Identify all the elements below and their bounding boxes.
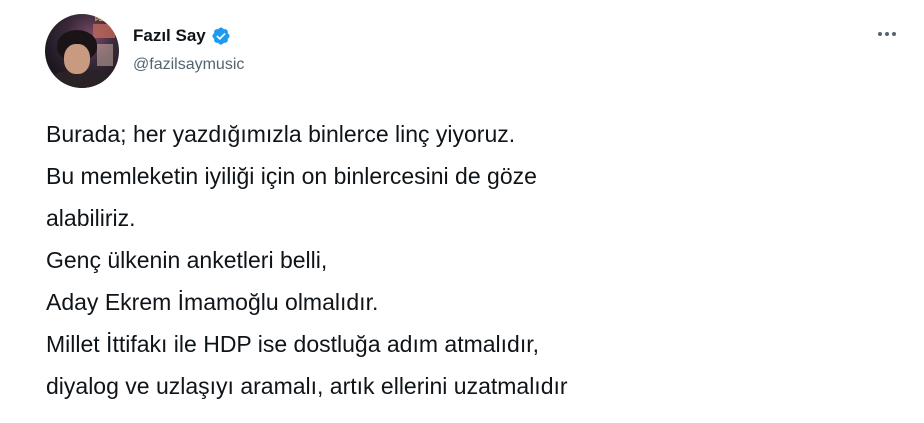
tweet-text-line: diyalog ve uzlaşıyı aramalı, artık eller…: [46, 373, 568, 399]
avatar-caption: PLAYER: [95, 17, 119, 23]
avatar-stage-light: [93, 24, 115, 38]
more-options-icon[interactable]: [874, 26, 900, 42]
avatar-face: [64, 44, 90, 74]
tweet-card: PLAYER Fazıl Say @fazilsaymusic Burada; …: [0, 0, 924, 423]
tweet-text-line: Burada; her yazdığımızla binlerce linç y…: [46, 121, 516, 147]
tweet-text-line: alabiliriz.: [46, 205, 136, 231]
tweet-text-line: Millet İttifakı ile HDP ise dostluğa adı…: [46, 331, 539, 357]
avatar[interactable]: PLAYER: [45, 14, 119, 88]
author-display-name[interactable]: Fazıl Say: [133, 26, 206, 46]
tweet-text-line: Bu memleketin iyiliği için on binlercesi…: [46, 163, 537, 189]
author-name-row: Fazıl Say: [133, 24, 231, 48]
verified-badge-icon: [211, 26, 231, 46]
author-handle[interactable]: @fazilsaymusic: [133, 55, 244, 75]
tweet-text-line: Aday Ekrem İmamoğlu olmalıdır.: [46, 289, 379, 315]
avatar-stage-light-2: [97, 44, 113, 66]
tweet-text-line: Genç ülkenin anketleri belli,: [46, 247, 328, 273]
tweet-text: Burada; her yazdığımızla binlerce linç y…: [46, 113, 906, 407]
